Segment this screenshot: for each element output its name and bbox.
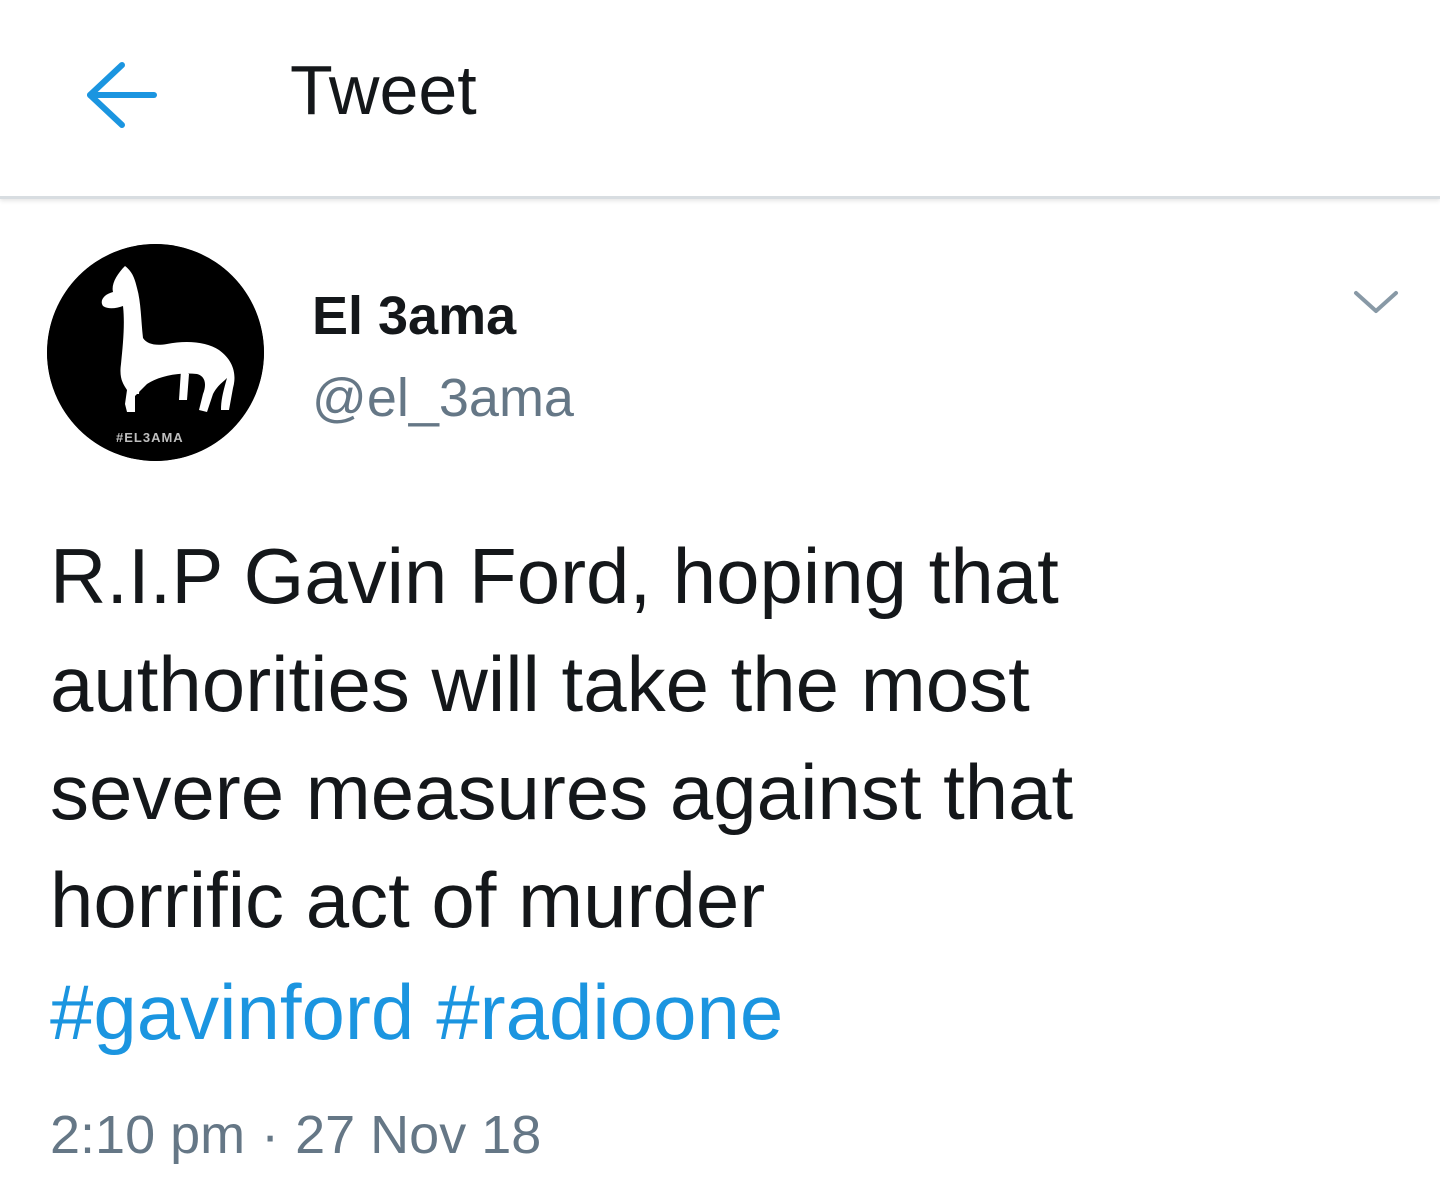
tweet-text-line: horrific act of murder xyxy=(50,856,766,944)
hashtags: #gavinford #radioone xyxy=(50,958,783,1066)
timestamp-separator: · xyxy=(261,1105,280,1165)
tweet-text-line: severe measures against that xyxy=(50,748,1074,836)
tweet-menu-button[interactable] xyxy=(1336,272,1416,332)
author-handle[interactable]: @el_3ama xyxy=(312,366,574,430)
tweet-detail-screen: Tweet #EL3AMA El 3ama @el_3ama R.I.P Gav… xyxy=(0,0,1440,1198)
arrow-left-icon xyxy=(87,62,157,128)
tweet-text-line: authorities will take the most xyxy=(50,640,1030,728)
avatar-caption: #EL3AMA xyxy=(116,430,184,445)
tweet-date: 27 Nov 18 xyxy=(295,1105,542,1165)
tweet-time: 2:10 pm xyxy=(50,1105,246,1165)
tweet-text-line: R.I.P Gavin Ford, hoping that xyxy=(50,532,1059,620)
chevron-down-icon xyxy=(1354,291,1398,313)
back-button[interactable] xyxy=(70,50,170,140)
author-display-name[interactable]: El 3ama xyxy=(312,284,516,348)
llama-logo-icon xyxy=(47,244,264,461)
hashtag-radioone[interactable]: #radioone xyxy=(436,968,783,1056)
tweet-timestamp: 2:10 pm · 27 Nov 18 xyxy=(50,1100,541,1170)
app-bar: Tweet xyxy=(0,0,1440,199)
hashtag-gavinford[interactable]: #gavinford xyxy=(50,968,414,1056)
avatar[interactable] xyxy=(47,244,264,461)
page-title: Tweet xyxy=(290,51,477,129)
tweet-text: R.I.P Gavin Ford, hoping that authoritie… xyxy=(50,522,1390,954)
